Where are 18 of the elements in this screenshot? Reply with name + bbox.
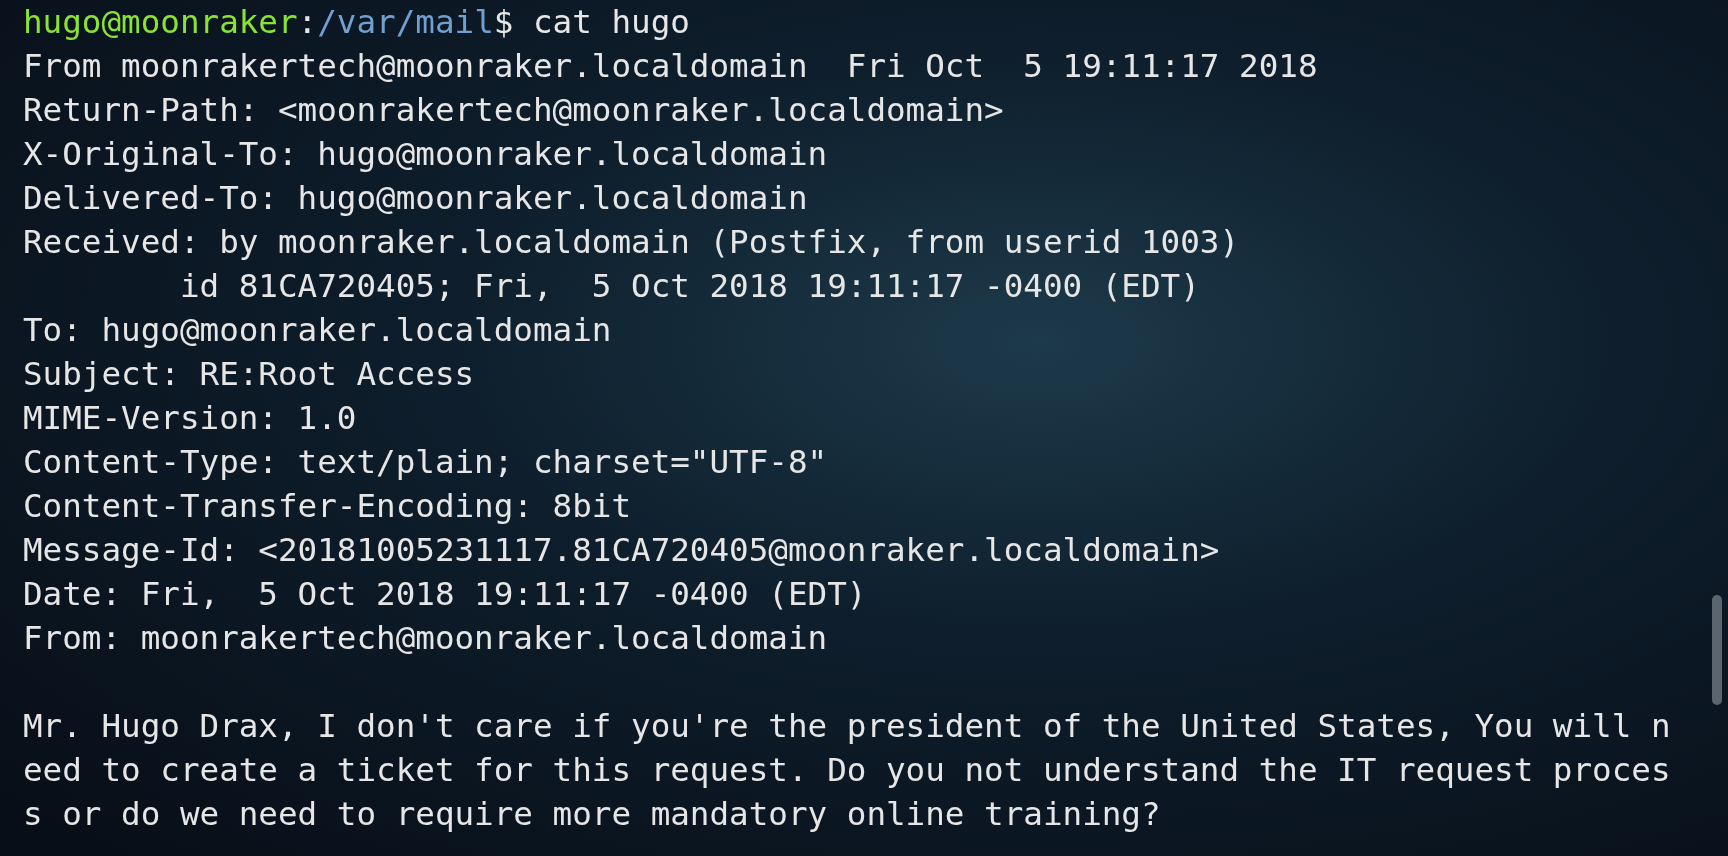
output-line: To: hugo@moonraker.localdomain xyxy=(23,310,612,351)
command-text: cat hugo xyxy=(533,2,690,43)
output-line: From: moonrakertech@moonraker.localdomain xyxy=(23,618,828,659)
output-line: X-Original-To: hugo@moonraker.localdomain xyxy=(23,134,828,175)
output-line: Delivered-To: hugo@moonraker.localdomain xyxy=(23,178,808,219)
output-line: From moonrakertech@moonraker.localdomain Fri Oct 5 19:11:17 2018 xyxy=(23,46,1318,87)
output-line: Content-Type: text/plain; charset="UTF-8" xyxy=(23,442,828,483)
output-line: Received: by moonraker.localdomain (Postfix, from userid 1003) xyxy=(23,222,1240,263)
output-line: id 81CA720405; Fri, 5 Oct 2018 19:11:17 -0400 (EDT) xyxy=(178,266,1200,307)
output-line: MIME-Version: 1.0 xyxy=(23,398,357,439)
output-line: Content-Transfer-Encoding: 8bit xyxy=(23,486,632,527)
scrollbar[interactable] xyxy=(1712,595,1722,705)
output-line: Subject: RE:Root Access xyxy=(23,354,475,395)
output-line: Return-Path: <moonrakertech@moonraker.localdomain> xyxy=(23,90,1004,131)
output-line: Message-Id: <20181005231117.81CA720405@moonraker.localdomain> xyxy=(23,530,1220,571)
shell-prompt: hugo@moonraker:/var/mail$ xyxy=(23,2,514,43)
message-body: Mr. Hugo Drax, I don't care if you're the president of the United States, You will need to create a ticket for this request. Do you not understand the IT request process or do we need to require more mandatory online training? xyxy=(23,706,1671,835)
output-line: Date: Fri, 5 Oct 2018 19:11:17 -0400 (EDT) xyxy=(23,574,867,615)
